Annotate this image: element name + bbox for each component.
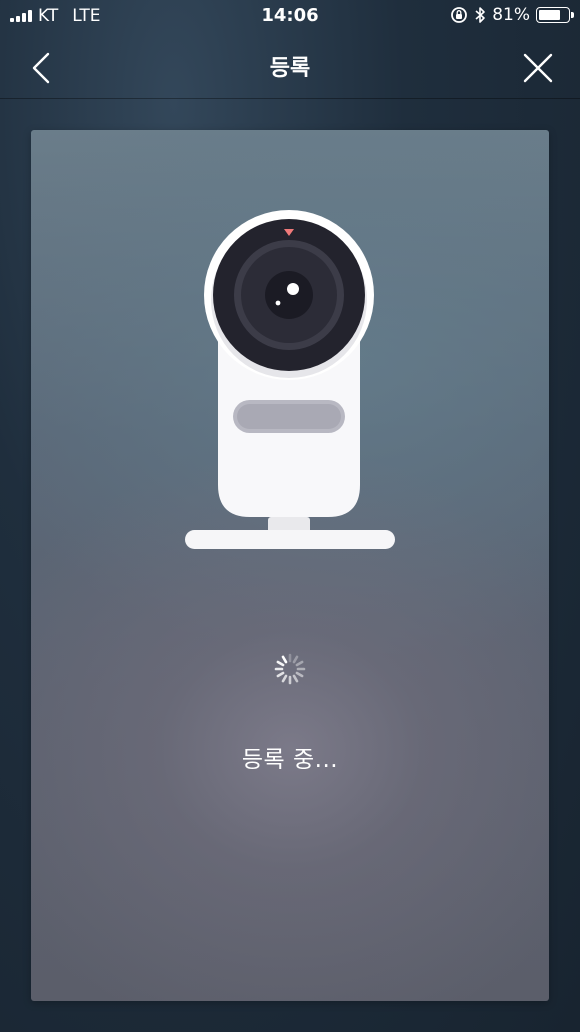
status-bar: KT LTE 14:06 81%	[0, 0, 580, 34]
spinner-tick	[295, 660, 304, 667]
battery-fill	[539, 10, 561, 20]
close-icon	[523, 53, 553, 83]
bluetooth-icon	[475, 7, 486, 23]
page-title: 등록	[269, 56, 311, 81]
spinner-tick	[292, 655, 299, 664]
spinner-tick	[276, 660, 285, 667]
battery-nub	[571, 12, 574, 18]
registering-message: 등록 중...	[241, 747, 339, 773]
spinner-tick	[276, 671, 285, 678]
loading-spinner-icon	[274, 653, 306, 685]
close-button[interactable]	[518, 48, 558, 88]
spinner-tick	[292, 674, 299, 683]
spinner-tick	[295, 671, 304, 678]
registration-card: 등록 중...	[31, 130, 549, 1001]
camera-illustration	[185, 210, 395, 549]
nav-bar: 등록	[0, 34, 580, 99]
spinner-tick	[281, 674, 288, 683]
status-right: 81%	[450, 5, 574, 25]
rotation-lock-icon	[451, 7, 468, 23]
battery-icon	[536, 7, 574, 23]
battery-percent: 81%	[492, 5, 530, 25]
spinner-tick	[281, 655, 288, 664]
